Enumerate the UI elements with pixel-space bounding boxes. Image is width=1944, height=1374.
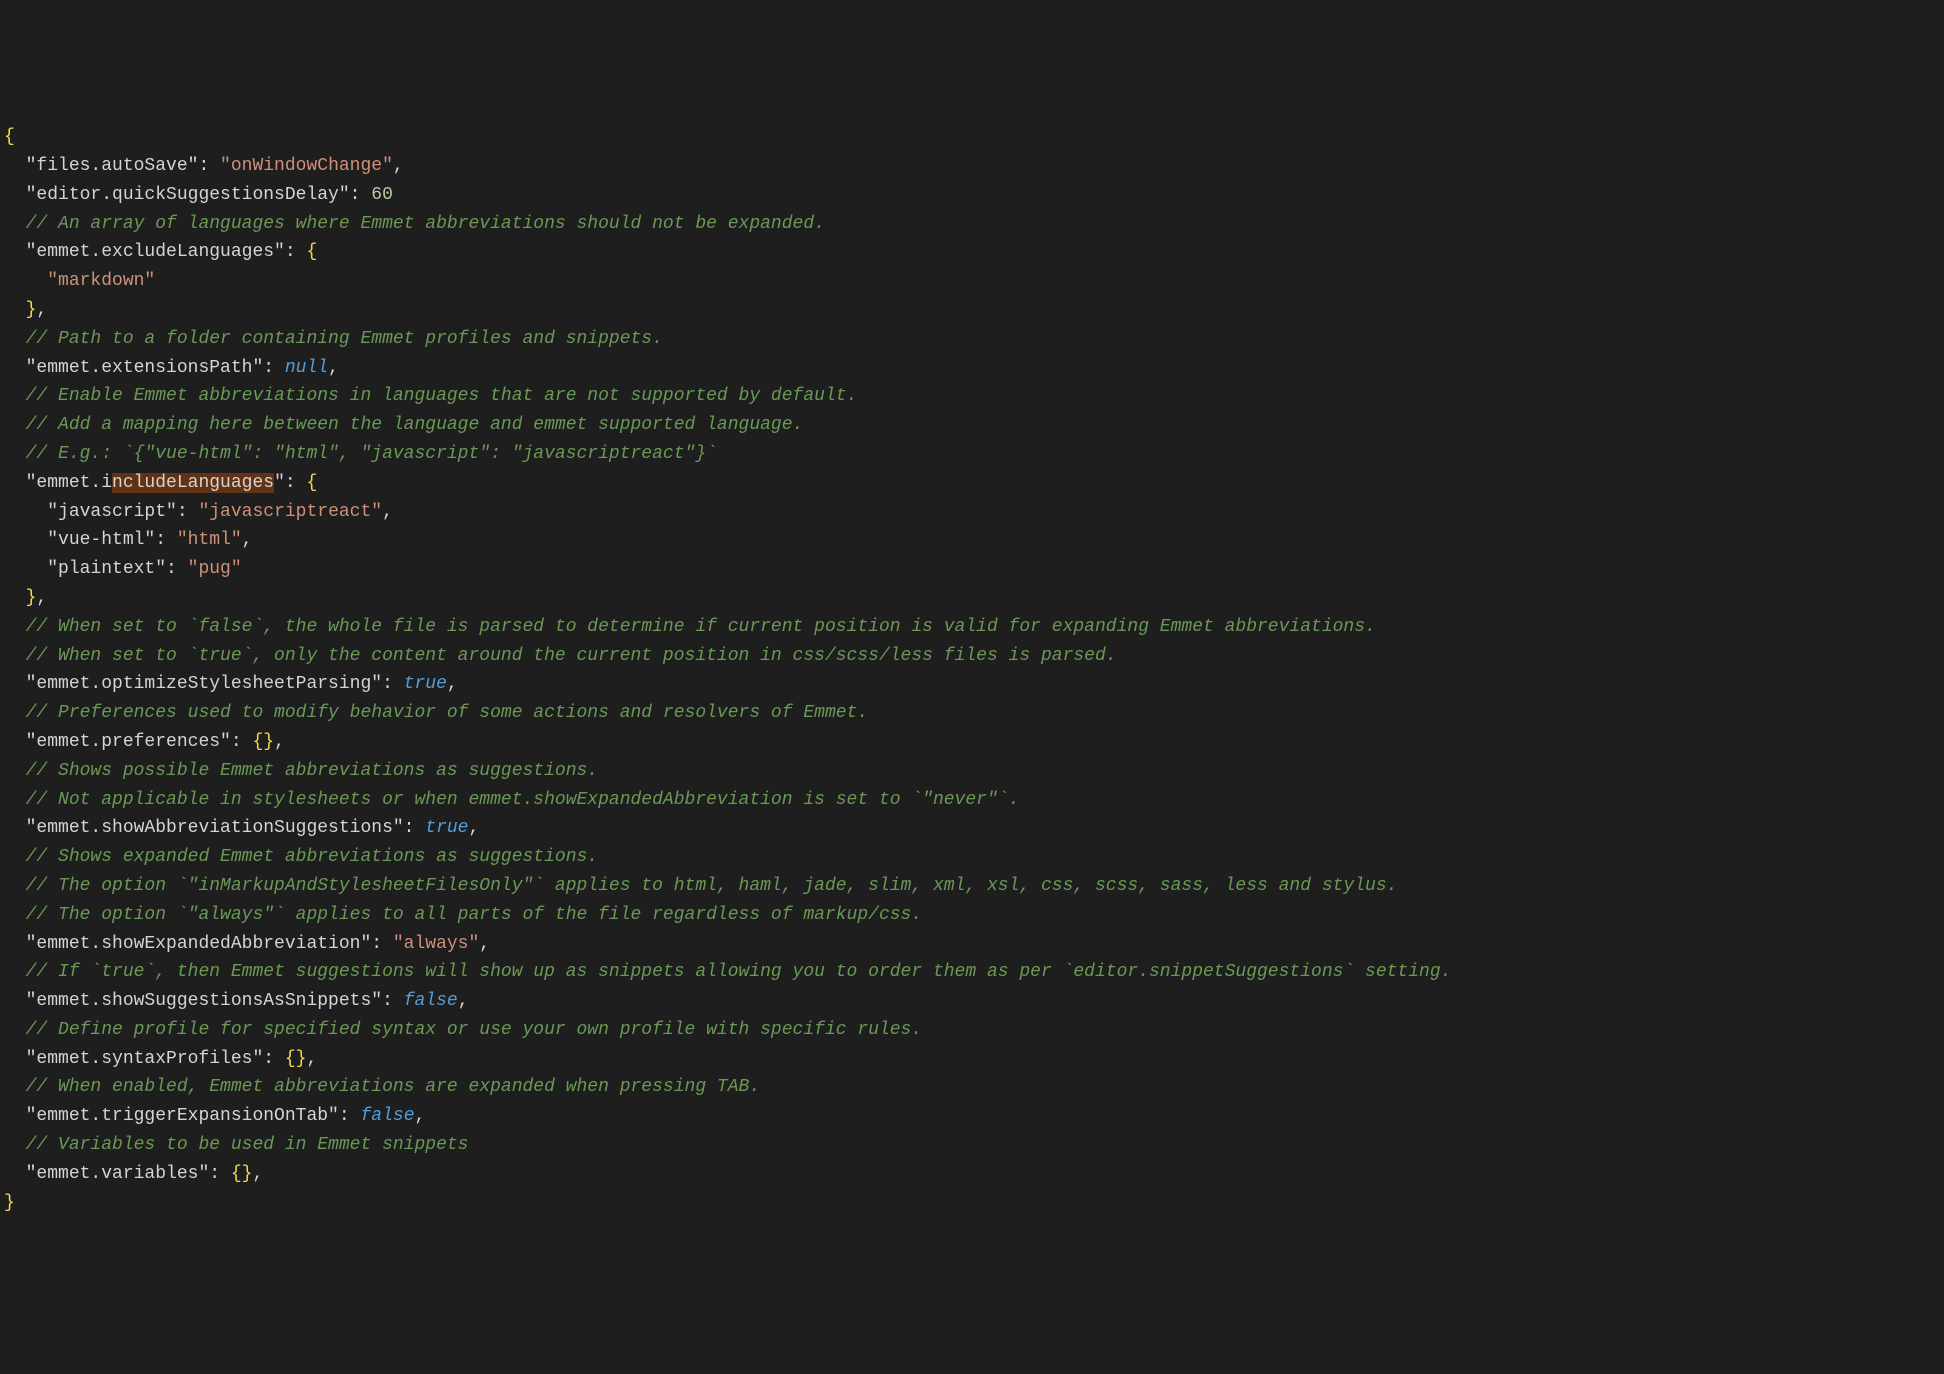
code-line[interactable]: // The option `"always"` applies to all … <box>4 901 1940 930</box>
code-line[interactable]: "emmet.variables": {}, <box>4 1160 1940 1189</box>
code-line[interactable]: }, <box>4 296 1940 325</box>
code-line[interactable]: // When enabled, Emmet abbreviations are… <box>4 1073 1940 1102</box>
code-line[interactable]: // Preferences used to modify behavior o… <box>4 699 1940 728</box>
code-line[interactable]: "javascript": "javascriptreact", <box>4 498 1940 527</box>
code-editor[interactable]: { "files.autoSave": "onWindowChange", "e… <box>4 123 1940 1217</box>
code-line[interactable]: "plaintext": "pug" <box>4 555 1940 584</box>
code-line[interactable]: "editor.quickSuggestionsDelay": 60 <box>4 181 1940 210</box>
code-line[interactable]: // The option `"inMarkupAndStylesheetFil… <box>4 872 1940 901</box>
code-line[interactable]: // Path to a folder containing Emmet pro… <box>4 325 1940 354</box>
code-line[interactable]: // When set to `true`, only the content … <box>4 642 1940 671</box>
code-line[interactable]: "emmet.preferences": {}, <box>4 728 1940 757</box>
code-line[interactable]: // E.g.: `{"vue-html": "html", "javascri… <box>4 440 1940 469</box>
code-line[interactable]: "emmet.syntaxProfiles": {}, <box>4 1045 1940 1074</box>
code-line[interactable]: // If `true`, then Emmet suggestions wil… <box>4 958 1940 987</box>
code-line[interactable]: "emmet.extensionsPath": null, <box>4 354 1940 383</box>
code-line[interactable]: "emmet.triggerExpansionOnTab": false, <box>4 1102 1940 1131</box>
code-line[interactable]: // Variables to be used in Emmet snippet… <box>4 1131 1940 1160</box>
code-line[interactable]: // When set to `false`, the whole file i… <box>4 613 1940 642</box>
code-line[interactable]: // Enable Emmet abbreviations in languag… <box>4 382 1940 411</box>
code-line[interactable]: "emmet.showAbbreviationSuggestions": tru… <box>4 814 1940 843</box>
code-line[interactable]: "emmet.showSuggestionsAsSnippets": false… <box>4 987 1940 1016</box>
code-line[interactable]: // Shows possible Emmet abbreviations as… <box>4 757 1940 786</box>
code-line[interactable]: "emmet.excludeLanguages": { <box>4 238 1940 267</box>
code-line[interactable]: } <box>4 1189 1940 1218</box>
code-line[interactable]: "files.autoSave": "onWindowChange", <box>4 152 1940 181</box>
code-line[interactable]: // Add a mapping here between the langua… <box>4 411 1940 440</box>
code-line[interactable]: "emmet.includeLanguages": { <box>4 469 1940 498</box>
code-line[interactable]: // Not applicable in stylesheets or when… <box>4 786 1940 815</box>
code-line[interactable]: "emmet.showExpandedAbbreviation": "alway… <box>4 930 1940 959</box>
code-line[interactable]: }, <box>4 584 1940 613</box>
code-line[interactable]: // Shows expanded Emmet abbreviations as… <box>4 843 1940 872</box>
code-line[interactable]: // An array of languages where Emmet abb… <box>4 210 1940 239</box>
code-line[interactable]: "emmet.optimizeStylesheetParsing": true, <box>4 670 1940 699</box>
code-line[interactable]: { <box>4 123 1940 152</box>
code-line[interactable]: "markdown" <box>4 267 1940 296</box>
code-line[interactable]: "vue-html": "html", <box>4 526 1940 555</box>
code-line[interactable]: // Define profile for specified syntax o… <box>4 1016 1940 1045</box>
